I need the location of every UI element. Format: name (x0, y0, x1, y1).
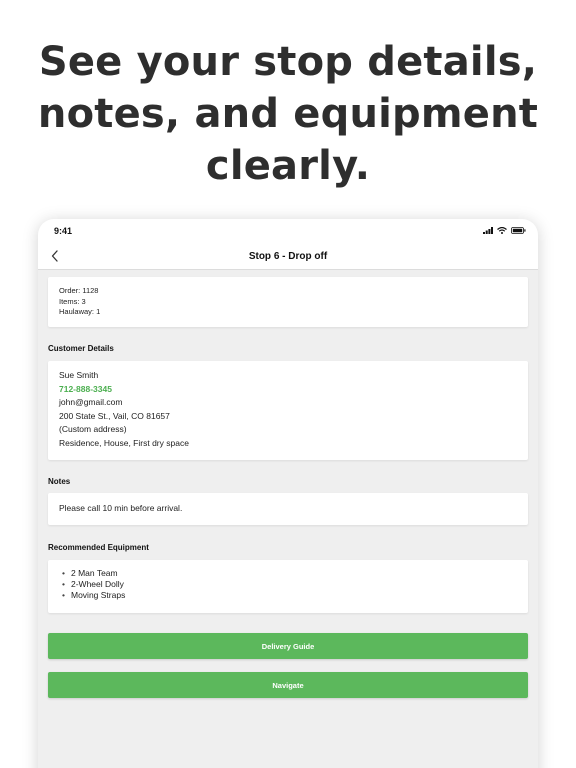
address-note: (Custom address) (59, 424, 127, 434)
location-type: Residence, House, First dry space (59, 437, 189, 448)
customer-phone-link[interactable]: 712-888-3345 (59, 383, 517, 397)
notes-text: Please call 10 min before arrival. (59, 503, 183, 513)
headline-line-1: See your stop details, (38, 39, 538, 85)
status-bar: 9:41 (38, 219, 538, 245)
customer-details-heading: Customer Details (48, 344, 114, 353)
order-number: Order: 1128 (59, 286, 99, 295)
status-time: 9:41 (54, 226, 73, 236)
battery-icon (511, 227, 526, 234)
order-summary-card: Order: 1128 Items: 3 Haulaway: 1 (48, 277, 528, 327)
wifi-icon (497, 227, 507, 234)
device-screen: 9:41 Stop 6 - Drop off Order: 1128 Items… (38, 219, 538, 768)
notes-heading: Notes (48, 477, 71, 486)
items-count: Items: 3 (59, 296, 86, 306)
equipment-heading: Recommended Equipment (48, 543, 149, 552)
equipment-list: 2 Man Team 2-Wheel Dolly Moving Straps (59, 568, 517, 601)
headline-line-3: clearly. (205, 143, 371, 189)
list-item: 2-Wheel Dolly (59, 579, 517, 590)
haulaway-count: Haulaway: 1 (59, 307, 101, 316)
delivery-guide-button[interactable]: Delivery Guide (48, 633, 528, 659)
customer-address: 200 State St., Vail, CO 81657 (59, 410, 170, 421)
navigate-button[interactable]: Navigate (48, 672, 528, 698)
customer-name: Sue Smith (59, 370, 99, 380)
page: See your stop details, notes, and equipm… (0, 0, 576, 768)
nav-bar: Stop 6 - Drop off (38, 245, 538, 270)
marketing-headline: See your stop details, notes, and equipm… (0, 36, 576, 192)
page-title: Stop 6 - Drop off (248, 251, 328, 262)
customer-details-card: Sue Smith 712-888-3345 john@gmail.com 20… (48, 361, 528, 460)
signal-icon (483, 227, 493, 234)
headline-line-2: notes, and equipment (37, 91, 539, 137)
status-icons (483, 227, 526, 234)
list-item: Moving Straps (59, 590, 517, 601)
list-item: 2 Man Team (59, 568, 517, 579)
notes-card: Please call 10 min before arrival. (48, 493, 528, 525)
customer-email: john@gmail.com (59, 397, 123, 407)
equipment-card: 2 Man Team 2-Wheel Dolly Moving Straps (48, 560, 528, 613)
